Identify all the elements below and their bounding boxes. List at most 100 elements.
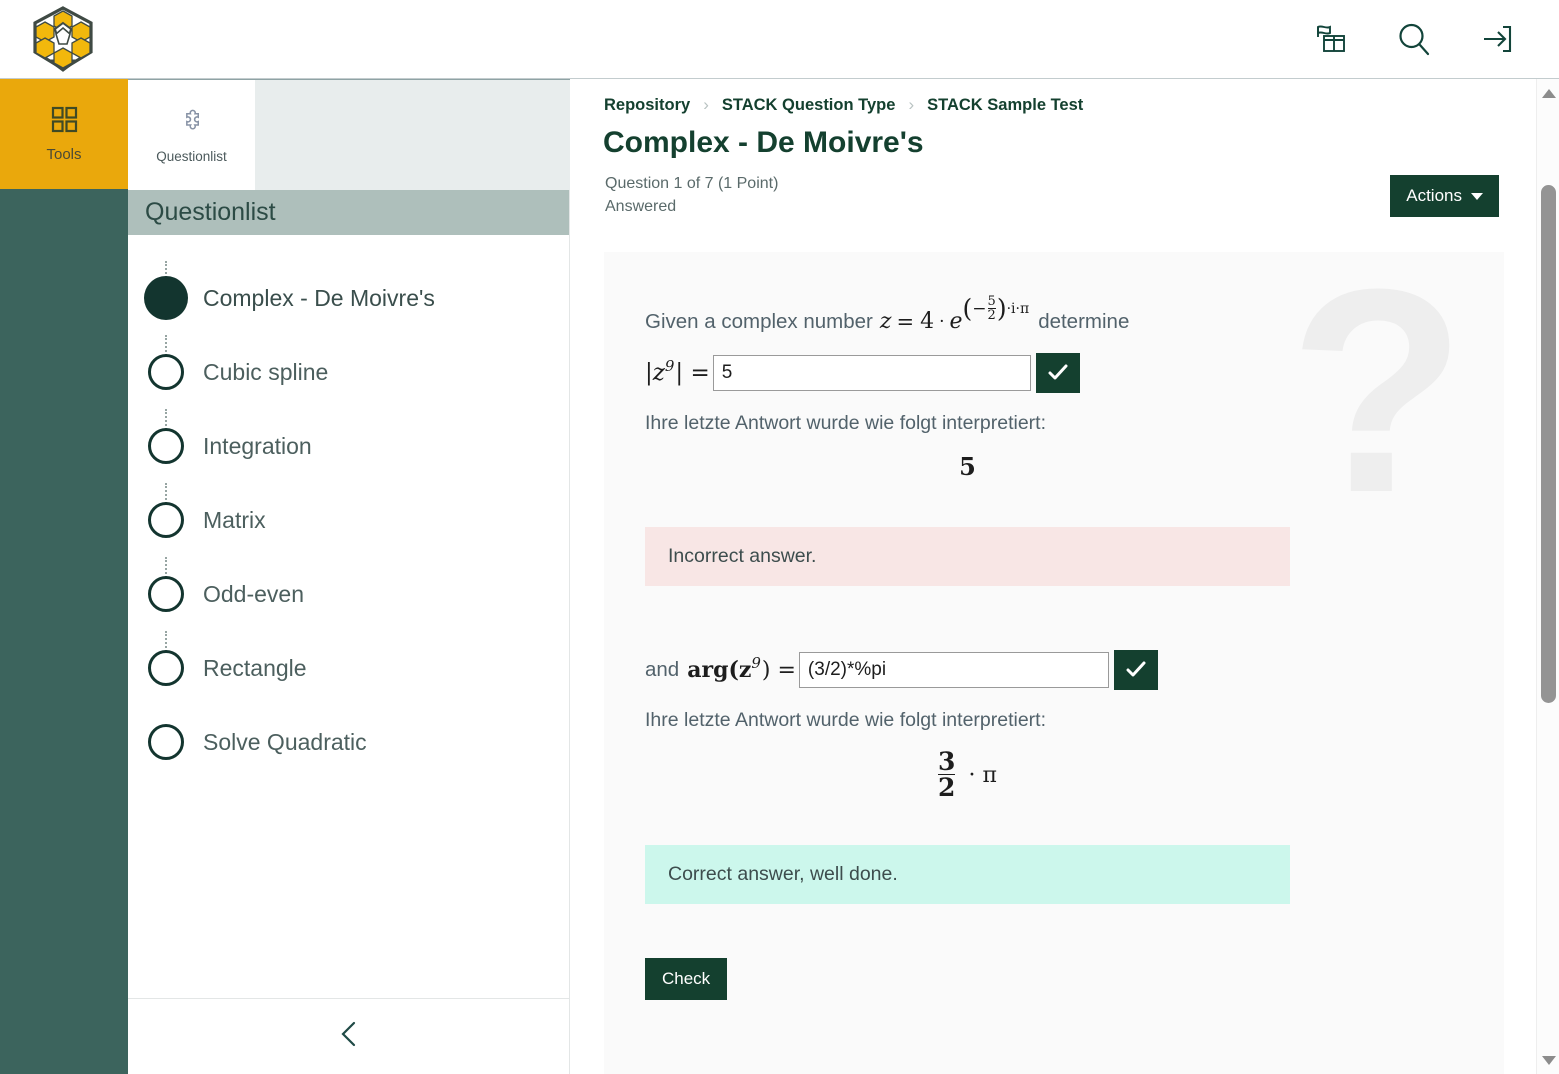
main-scrollbar[interactable] [1536, 79, 1559, 1074]
argument-lead-and: and [645, 658, 680, 681]
scrollbar-thumb[interactable] [1541, 185, 1556, 703]
math-z: z [879, 309, 892, 334]
argument-interpretation-numerator: 3 [938, 747, 956, 776]
hexagon-cubes-logo[interactable] [30, 6, 96, 72]
argument-feedback: Correct answer, well done. [645, 845, 1290, 905]
answer-row-modulus: |z 9 | = [645, 353, 1504, 393]
questionlist-item-label: Matrix [203, 506, 266, 533]
argument-interpretation-tail: · π [968, 762, 997, 788]
questionlist-item[interactable]: Integration [128, 409, 569, 483]
modulus-feedback: Incorrect answer. [645, 527, 1290, 586]
argument-label-arg: arg(z [687, 657, 752, 683]
scroll-up-arrow[interactable] [1537, 82, 1559, 104]
login-icon[interactable] [1475, 18, 1517, 60]
questionlist-item-label: Integration [203, 432, 312, 459]
math-exponent: ( − 5 2 ) ·i·π [962, 293, 1030, 323]
check-icon [1047, 362, 1069, 385]
argument-label: and arg(z 9) = [645, 654, 796, 683]
left-rail: Tools [0, 79, 128, 1074]
modulus-validate-button[interactable] [1035, 353, 1080, 393]
app-root: Tools Questionlist Questionlist Complex … [0, 0, 1559, 1074]
tab-questionlist[interactable]: Questionlist [128, 80, 255, 190]
math-exponent-tail: ·i·π [1006, 300, 1030, 317]
questionlist-item[interactable]: Complex - De Moivre's [128, 261, 569, 335]
argument-interpretation-fraction: 3 2 [938, 747, 956, 802]
repository-icon[interactable] [1311, 18, 1353, 60]
questionlist-panel: Questionlist Complex - De Moivre's Cubic … [128, 190, 570, 1074]
breadcrumb-item[interactable]: STACK Question Type [722, 96, 896, 115]
breadcrumb-separator: › [908, 95, 915, 114]
questionlist-item-label: Complex - De Moivre's [203, 284, 435, 311]
top-bar [0, 0, 1559, 79]
tools-label: Tools [46, 145, 82, 163]
math-dot: · [939, 311, 945, 332]
argument-interpretation-denominator: 2 [938, 773, 956, 802]
check-icon [1125, 659, 1147, 682]
breadcrumb-item[interactable]: STACK Sample Test [927, 96, 1083, 115]
argument-label-exponent: 9 [751, 654, 761, 672]
questionlist-bullet [148, 576, 184, 612]
questionlist-item[interactable]: Matrix [128, 483, 569, 557]
questionlist-header: Questionlist [128, 190, 569, 235]
questionlist-item[interactable]: Cubic spline [128, 335, 569, 409]
modulus-label-exponent: 9 [664, 357, 675, 375]
questionlist-item[interactable]: Odd-even [128, 557, 569, 631]
search-icon[interactable] [1393, 18, 1435, 60]
panel-tab-strip: Questionlist [128, 79, 570, 190]
questionlist-item-label: Solve Quadratic [203, 728, 367, 755]
puzzle-piece-icon [177, 107, 207, 142]
questionlist-bullet [148, 428, 184, 464]
sidebar-item-tools[interactable]: Tools [0, 79, 128, 189]
breadcrumb: Repository › STACK Question Type › STACK Sam… [604, 95, 1536, 115]
collapse-panel-button[interactable] [128, 998, 570, 1074]
page-title: Complex - De Moivre's [603, 126, 924, 159]
questionlist-item[interactable]: Solve Quadratic [128, 705, 569, 779]
modulus-interpretation-value: 5 [959, 452, 976, 481]
top-bar-actions [1311, 18, 1517, 60]
math-exponent-numerator: 5 [987, 293, 996, 309]
modulus-label-close: | = [675, 360, 710, 386]
math-exponent-sign: − [972, 298, 987, 319]
questionlist-bullet-active [144, 276, 188, 320]
argument-label-close: ) = [761, 657, 796, 683]
questionlist-item-label: Rectangle [203, 654, 307, 681]
math-exponent-fraction: 5 2 [987, 293, 996, 323]
actions-button[interactable]: Actions [1390, 175, 1499, 217]
modulus-interpretation-label: Ihre letzte Antwort wurde wie folgt inte… [645, 412, 1047, 434]
check-button[interactable]: Check [645, 958, 728, 1001]
questionlist-bullet [148, 724, 184, 760]
argument-interpretation-value: 3 2 · π [645, 749, 1290, 801]
actions-button-label: Actions [1406, 186, 1462, 205]
scroll-down-arrow[interactable] [1537, 1049, 1559, 1071]
questionlist-item-label: Cubic spline [203, 358, 329, 385]
modulus-answer-input[interactable] [712, 355, 1031, 391]
grid-icon [51, 106, 78, 138]
argument-validate-button[interactable] [1113, 650, 1158, 690]
prompt-prefix: Given a complex number [645, 309, 873, 333]
breadcrumb-item[interactable]: Repository [604, 96, 690, 115]
answer-row-argument: and arg(z 9) = [645, 650, 1504, 690]
argument-answer-input[interactable] [798, 652, 1109, 688]
modulus-label: |z 9 | = [645, 357, 710, 386]
main-content: Repository › STACK Question Type › STACK Sam… [570, 79, 1536, 1074]
tab-questionlist-label: Questionlist [156, 148, 227, 164]
questionlist-bullet [148, 354, 184, 390]
math-base-e: e [949, 309, 963, 334]
modulus-label-abs: |z [645, 360, 665, 386]
questionlist-bullet [148, 502, 184, 538]
questionlist-bullet [148, 650, 184, 686]
questionlist-items: Complex - De Moivre's Cubic spline Integra… [128, 235, 569, 779]
question-prompt: Given a complex number z = 4 · e ( − 5 2… [645, 294, 1504, 336]
questionlist-item[interactable]: Rectangle [128, 631, 569, 705]
prompt-suffix: determine [1038, 309, 1130, 333]
questionlist-item-label: Odd-even [203, 580, 305, 607]
breadcrumb-separator: › [703, 95, 709, 114]
math-equals: = [896, 309, 915, 334]
argument-interpretation-label: Ihre letzte Antwort wurde wie folgt inte… [645, 709, 1047, 731]
math-coefficient: 4 [920, 309, 935, 334]
chevron-left-icon [337, 1018, 361, 1055]
math-exponent-denominator: 2 [987, 307, 996, 323]
question-card: ? Given a complex number z = 4 · e ( − 5 [604, 252, 1504, 1074]
questionlist-title: Questionlist [145, 198, 276, 226]
chevron-down-icon [1471, 192, 1483, 200]
